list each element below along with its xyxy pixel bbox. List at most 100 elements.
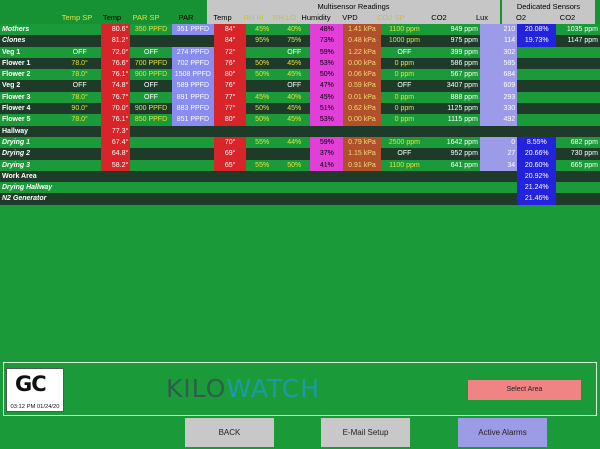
cell-rh-hi bbox=[246, 148, 278, 159]
cell-lux: 492 bbox=[479, 114, 518, 126]
cell-temp: 72.0° bbox=[101, 46, 131, 58]
cell-par-sp bbox=[130, 35, 171, 46]
col-header-temp-sp: Temp SP bbox=[61, 13, 93, 22]
cell-temp: 80.6° bbox=[101, 24, 131, 36]
row-label[interactable]: Work Area bbox=[0, 171, 58, 182]
cell-co2 bbox=[428, 126, 480, 137]
row-label[interactable]: Drying 2 bbox=[0, 148, 58, 159]
clock-timestamp: 03:12 PM 01/24/20 bbox=[10, 404, 60, 410]
cell-ms-temp: 69° bbox=[214, 148, 247, 160]
cell-rh-lo: 50% bbox=[287, 161, 302, 169]
cell-lux: 330 bbox=[479, 103, 518, 115]
cell-ms-temp: 80° bbox=[214, 114, 247, 126]
cell-par-sp bbox=[130, 126, 171, 137]
cell-ms-temp bbox=[214, 193, 246, 204]
cell-ds-co2: 1147 ppm bbox=[567, 37, 598, 45]
cell-ds-co2 bbox=[556, 114, 600, 125]
cell-o2 bbox=[517, 114, 556, 125]
cell-par-sp: OFF bbox=[144, 82, 158, 90]
col-header-ds-co2: CO2 bbox=[559, 13, 576, 22]
row-label[interactable]: Mothers bbox=[0, 24, 58, 35]
cell-rh-lo bbox=[278, 193, 310, 204]
cell-lux bbox=[480, 193, 517, 204]
cell-vpd bbox=[343, 171, 380, 182]
row-label[interactable]: Flower 1 bbox=[0, 58, 58, 69]
cell-par bbox=[172, 193, 214, 204]
table-row: Mothers 80.6° 350 PPFD 351 PPFD 84° 45% 40% 48%… bbox=[0, 24, 600, 36]
cell-co2 bbox=[428, 182, 480, 193]
cell-o2: 20.66% bbox=[517, 148, 557, 160]
cell-vpd: 0.91 kPa bbox=[343, 159, 381, 171]
cell-humidity: 51% bbox=[310, 103, 344, 115]
row-label[interactable]: Flower 3 bbox=[0, 92, 58, 103]
row-label[interactable]: Drying 1 bbox=[0, 137, 58, 148]
cell-co2-sp: 0 ppm bbox=[394, 71, 415, 79]
cell-o2 bbox=[517, 80, 556, 91]
cell-temp-sp bbox=[58, 126, 101, 137]
cell-co2 bbox=[428, 171, 480, 182]
cell-temp-sp: 90.0° bbox=[71, 105, 88, 113]
cell-co2-sp: 1000 ppm bbox=[388, 37, 420, 45]
row-label[interactable]: Flower 2 bbox=[0, 69, 58, 80]
col-header-vpd: VPD bbox=[342, 13, 358, 22]
active-alarms-button[interactable]: Active Alarms bbox=[458, 418, 547, 447]
cell-o2: 19.73% bbox=[517, 35, 557, 47]
email-setup-button[interactable]: E-Mail Setup bbox=[321, 418, 410, 447]
row-label[interactable]: Flower 4 bbox=[0, 103, 58, 114]
cell-humidity bbox=[310, 193, 343, 204]
cell-humidity: 37% bbox=[310, 148, 344, 160]
cell-vpd: 1.41 kPa bbox=[343, 24, 381, 36]
cell-co2: 952 ppm bbox=[450, 150, 478, 158]
cell-temp-sp bbox=[58, 193, 101, 204]
cell-humidity: 53% bbox=[310, 114, 344, 126]
cell-co2-sp bbox=[381, 126, 429, 137]
cell-par-sp bbox=[130, 137, 171, 148]
cell-rh-lo: 44% bbox=[287, 138, 302, 146]
table-row: Work Area 20.92% bbox=[0, 170, 600, 183]
cell-rh-hi: 50% bbox=[255, 105, 270, 113]
cell-lux bbox=[480, 182, 517, 193]
cell-co2: 567 ppm bbox=[450, 71, 478, 79]
cell-rh-lo: 75% bbox=[287, 37, 302, 45]
cell-ms-temp: 84° bbox=[214, 35, 247, 47]
col-header-rh-lo: RH LO bbox=[273, 13, 296, 22]
col-header-par: PAR bbox=[178, 13, 194, 22]
row-label[interactable]: Clones bbox=[0, 35, 58, 46]
cell-ds-co2: 730 ppm bbox=[570, 150, 598, 158]
select-area-button[interactable]: Select Area bbox=[468, 380, 581, 400]
cell-co2-sp: OFF bbox=[397, 82, 412, 90]
row-label[interactable]: Hallway bbox=[0, 126, 58, 137]
row-label[interactable]: N2 Generator bbox=[0, 193, 58, 204]
row-label[interactable]: Flower 5 bbox=[0, 114, 58, 125]
cell-temp bbox=[101, 171, 130, 182]
cell-o2 bbox=[517, 103, 556, 114]
cell-ds-co2 bbox=[556, 47, 600, 58]
row-label[interactable]: Drying Hallway bbox=[0, 182, 58, 193]
row-label[interactable]: Veg 1 bbox=[0, 47, 58, 58]
cell-ds-co2 bbox=[556, 126, 600, 137]
col-header-rh-hi: RH Hi bbox=[243, 13, 264, 22]
back-button[interactable]: BACK bbox=[185, 418, 274, 447]
cell-rh-hi bbox=[246, 47, 278, 58]
cell-temp-sp bbox=[58, 160, 101, 171]
cell-ms-temp bbox=[214, 182, 246, 193]
cell-ds-co2 bbox=[556, 171, 600, 182]
cell-o2: 21.24% bbox=[517, 182, 557, 194]
cell-par bbox=[172, 160, 214, 171]
cell-temp-sp: 78.0° bbox=[71, 71, 88, 79]
cell-co2: 975 ppm bbox=[450, 37, 478, 45]
cell-par-sp: 350 PPFD bbox=[134, 26, 168, 33]
row-label[interactable]: Drying 3 bbox=[0, 160, 58, 171]
cell-ds-co2: 682 ppm bbox=[570, 138, 598, 146]
cell-humidity: 48% bbox=[310, 24, 344, 36]
cell-rh-hi: 50% bbox=[255, 71, 270, 79]
cell-humidity: 47% bbox=[310, 80, 344, 92]
cell-rh-lo: 40% bbox=[287, 93, 302, 101]
cell-rh-lo bbox=[278, 171, 310, 182]
row-label[interactable]: Veg 2 bbox=[0, 80, 58, 91]
company-logo: GC 03:12 PM 01/24/20 bbox=[6, 368, 64, 412]
cell-rh-hi: 45% bbox=[255, 93, 270, 101]
cell-lux bbox=[480, 171, 517, 182]
cell-rh-lo: 45% bbox=[287, 59, 302, 67]
cell-par-sp: 900 PPFD bbox=[134, 105, 168, 113]
